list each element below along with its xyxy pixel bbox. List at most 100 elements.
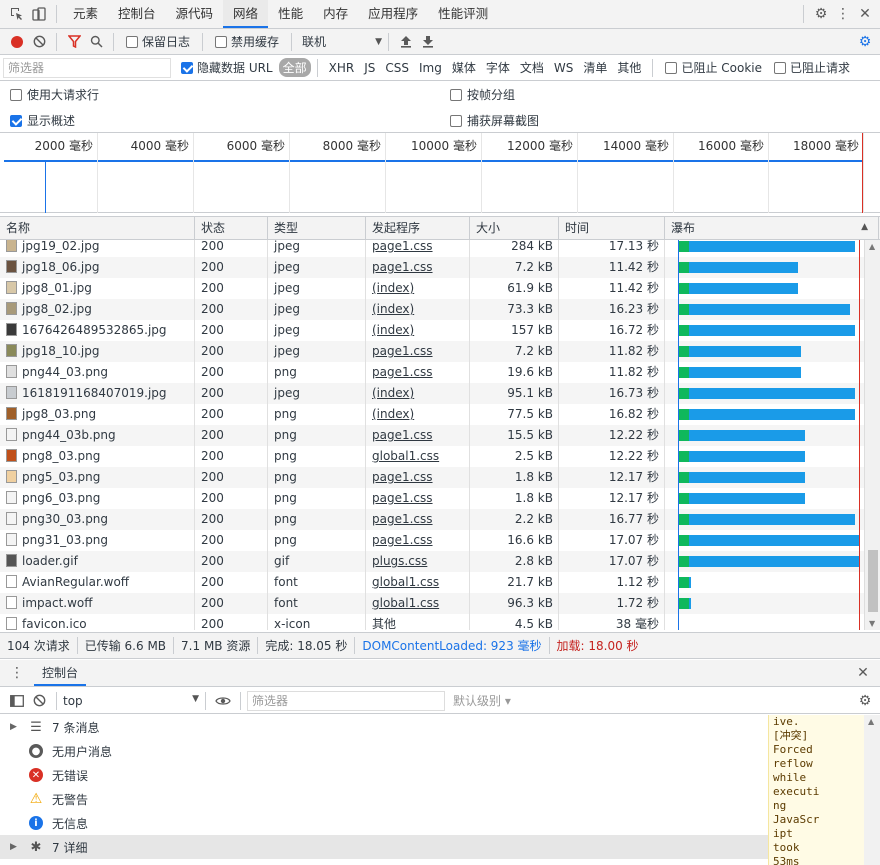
cell-initiator[interactable]: global1.css: [372, 575, 439, 589]
blocked-requests-checkbox[interactable]: 已阻止请求: [773, 59, 850, 76]
console-sidebar-item[interactable]: ▶ ☰ 7 条消息: [0, 715, 768, 739]
tab-6[interactable]: 应用程序: [358, 0, 428, 28]
eye-icon[interactable]: [212, 690, 234, 712]
console-settings-gear-icon[interactable]: ⚙: [854, 690, 876, 712]
scrollbar-thumb[interactable]: [868, 550, 878, 612]
cell-initiator[interactable]: (index): [372, 302, 414, 316]
filter-type-8[interactable]: WS: [549, 61, 578, 75]
table-row[interactable]: png30_03.png 200 png page1.css 2.2 kB 16.77 秒: [0, 509, 864, 530]
console-sidebar-item[interactable]: i 无信息: [0, 811, 768, 835]
cell-initiator[interactable]: page1.css: [372, 533, 433, 547]
table-row[interactable]: jpg18_10.jpg 200 jpeg page1.css 7.2 kB 11.82 …: [0, 341, 864, 362]
cell-initiator[interactable]: page1.css: [372, 470, 433, 484]
table-row[interactable]: jpg8_01.jpg 200 jpeg (index) 61.9 kB 11.42 秒: [0, 278, 864, 299]
table-row[interactable]: 1618191168407019.jpg 200 jpeg (index) 95.1 k…: [0, 383, 864, 404]
tab-7[interactable]: 性能评测: [428, 0, 498, 28]
disable-cache-checkbox[interactable]: 禁用缓存: [215, 33, 279, 50]
device-toolbar-icon[interactable]: [28, 3, 50, 25]
tab-0[interactable]: 元素: [63, 0, 108, 28]
table-row[interactable]: png44_03b.png 200 png page1.css 15.5 kB 12.22…: [0, 425, 864, 446]
filter-type-1[interactable]: XHR: [324, 61, 360, 75]
gear-icon[interactable]: ⚙: [810, 3, 832, 25]
cell-initiator[interactable]: page1.css: [372, 428, 433, 442]
import-har-icon[interactable]: [395, 31, 417, 53]
show-overview-checkbox[interactable]: 显示概述: [10, 112, 75, 129]
filter-input[interactable]: 筛选器: [3, 57, 171, 78]
toggle-sidebar-icon[interactable]: [6, 690, 28, 712]
console-filter-input[interactable]: 筛选器: [247, 690, 445, 711]
console-sidebar-item[interactable]: ● 无用户消息: [0, 739, 768, 763]
filter-type-6[interactable]: 字体: [481, 59, 515, 76]
cell-initiator[interactable]: (index): [372, 323, 414, 337]
column-header-0[interactable]: 名称: [0, 217, 195, 240]
tab-2[interactable]: 源代码: [166, 0, 224, 28]
tab-4[interactable]: 性能: [268, 0, 313, 28]
filter-type-0[interactable]: 全部: [278, 58, 311, 77]
cell-initiator[interactable]: global1.css: [372, 596, 439, 610]
group-by-frame-checkbox[interactable]: 按帧分组: [450, 86, 515, 103]
more-options-icon[interactable]: ⋮: [832, 3, 854, 25]
column-header-6[interactable]: 瀑布: [665, 217, 879, 240]
console-sidebar-item[interactable]: ▶ ✱ 7 详细: [0, 835, 768, 859]
table-row[interactable]: png5_03.png 200 png page1.css 1.8 kB 12.17 秒: [0, 467, 864, 488]
cell-initiator[interactable]: (index): [372, 281, 414, 295]
hide-data-url-checkbox[interactable]: 隐藏数据 URL: [181, 59, 273, 76]
table-row[interactable]: jpg8_02.jpg 200 jpeg (index) 73.3 kB 16.23 秒: [0, 299, 864, 320]
tab-1[interactable]: 控制台: [108, 0, 166, 28]
console-sidebar-item[interactable]: ⚠ 无警告: [0, 787, 768, 811]
table-row[interactable]: jpg8_03.png 200 png (index) 77.5 kB 16.82 秒: [0, 404, 864, 425]
cell-initiator[interactable]: (index): [372, 407, 414, 421]
scroll-up-icon[interactable]: ▲: [869, 242, 875, 251]
cell-initiator[interactable]: (index): [372, 386, 414, 400]
drawer-tab-console[interactable]: 控制台: [34, 660, 87, 686]
log-levels-select[interactable]: 默认级别 ▾: [453, 692, 511, 709]
filter-type-7[interactable]: 文档: [515, 59, 549, 76]
filter-type-9[interactable]: 清单: [578, 59, 612, 76]
network-settings-gear-icon[interactable]: ⚙: [854, 31, 876, 53]
table-scrollbar[interactable]: ▲ ▼: [864, 240, 880, 630]
cell-initiator[interactable]: page1.css: [372, 260, 433, 274]
filter-type-10[interactable]: 其他: [612, 59, 646, 76]
clear-console-icon[interactable]: [28, 690, 50, 712]
export-har-icon[interactable]: [417, 31, 439, 53]
drawer-menu-icon[interactable]: ⋮: [6, 662, 28, 684]
column-header-4[interactable]: 大小: [470, 217, 559, 240]
column-header-3[interactable]: 发起程序: [366, 217, 470, 240]
timeline-overview[interactable]: 2000 毫秒 4000 毫秒 6000 毫秒 8000 毫秒 10000 毫秒 1200…: [0, 133, 880, 213]
column-header-2[interactable]: 类型: [268, 217, 366, 240]
drawer-close-icon[interactable]: ✕: [852, 662, 874, 684]
table-row[interactable]: favicon.ico 200 x-icon 其他 4.5 kB 38 毫秒: [0, 614, 864, 630]
table-row[interactable]: jpg18_06.jpg 200 jpeg page1.css 7.2 kB 11.42 …: [0, 257, 864, 278]
column-header-5[interactable]: 时间: [559, 217, 665, 240]
cell-initiator[interactable]: page1.css: [372, 491, 433, 505]
blocked-cookies-checkbox[interactable]: 已阻止 Cookie: [665, 59, 762, 76]
large-rows-checkbox[interactable]: 使用大请求行: [10, 86, 99, 103]
table-row[interactable]: loader.gif 200 gif plugs.css 2.8 kB 17.07 秒: [0, 551, 864, 572]
table-row[interactable]: AvianRegular.woff 200 font global1.css 21.7 …: [0, 572, 864, 593]
search-icon[interactable]: [85, 31, 107, 53]
preserve-log-checkbox[interactable]: 保留日志: [126, 33, 190, 50]
cell-initiator[interactable]: page1.css: [372, 365, 433, 379]
filter-type-2[interactable]: JS: [359, 61, 380, 75]
tab-3[interactable]: 网络: [223, 0, 269, 28]
filter-type-4[interactable]: Img: [414, 61, 447, 75]
capture-screenshots-checkbox[interactable]: 捕获屏幕截图: [450, 112, 539, 129]
table-row[interactable]: png44_03.png 200 png page1.css 19.6 kB 11.82 …: [0, 362, 864, 383]
filter-type-3[interactable]: CSS: [380, 61, 414, 75]
inspect-element-icon[interactable]: [6, 3, 28, 25]
close-icon[interactable]: ✕: [854, 3, 876, 25]
clear-icon[interactable]: [28, 31, 50, 53]
cell-initiator[interactable]: plugs.css: [372, 554, 427, 568]
filter-type-5[interactable]: 媒体: [447, 59, 481, 76]
cell-initiator[interactable]: page1.css: [372, 240, 433, 253]
table-row[interactable]: png31_03.png 200 png page1.css 16.6 kB 17.07 …: [0, 530, 864, 551]
table-row[interactable]: 1676426489532865.jpg 200 jpeg (index) 157 kB…: [0, 320, 864, 341]
console-sidebar-item[interactable]: ✕ 无错误: [0, 763, 768, 787]
table-row[interactable]: png8_03.png 200 png global1.css 2.5 kB 12.22 …: [0, 446, 864, 467]
tab-5[interactable]: 内存: [313, 0, 358, 28]
table-row[interactable]: impact.woff 200 font global1.css 96.3 kB 1.72…: [0, 593, 864, 614]
cell-initiator[interactable]: page1.css: [372, 512, 433, 526]
record-icon[interactable]: [6, 31, 28, 53]
scroll-down-icon[interactable]: ▼: [869, 619, 875, 628]
console-scrollbar[interactable]: ▲: [864, 715, 880, 865]
